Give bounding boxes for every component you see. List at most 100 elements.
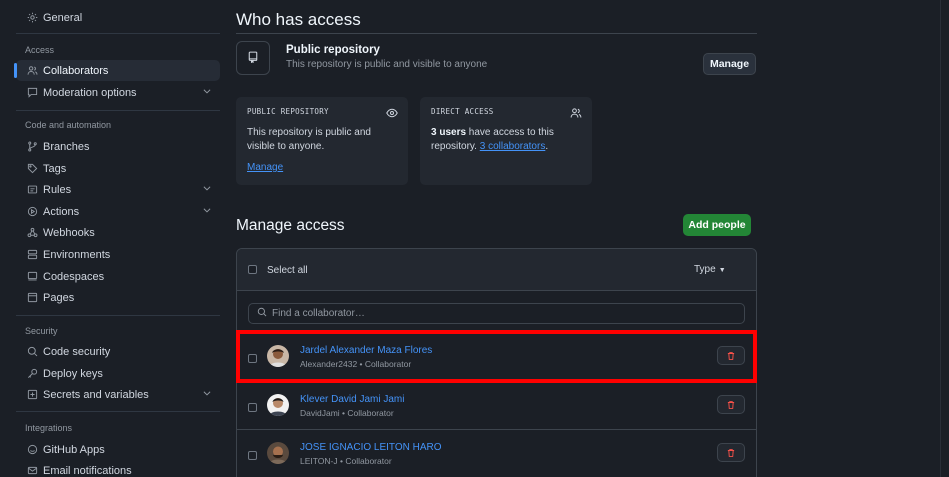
manage-access-title: Manage access <box>236 217 345 234</box>
codescan-icon <box>26 346 38 358</box>
sidebar-divider <box>16 411 220 412</box>
row-checkbox[interactable] <box>248 451 257 460</box>
sidebar-item-label: Branches <box>43 140 90 153</box>
scrollbar[interactable] <box>940 0 949 477</box>
manage-visibility-button[interactable]: Manage <box>703 53 756 75</box>
sidebar-divider <box>16 33 220 34</box>
sidebar-item-pages[interactable]: Pages <box>16 287 220 308</box>
sidebar-item-label: Codespaces <box>43 270 105 283</box>
table-row: Jardel Alexander Maza Flores Alexander24… <box>237 333 756 381</box>
play-icon <box>26 206 38 218</box>
sidebar-item-label: Tags <box>43 162 67 175</box>
repo-icon <box>247 51 259 66</box>
select-all-checkbox[interactable] <box>248 265 257 274</box>
tag-icon <box>26 163 38 175</box>
row-checkbox[interactable] <box>248 354 257 363</box>
trash-icon <box>727 400 735 409</box>
table-header: Select all Type ▼ <box>237 249 756 291</box>
people-icon <box>26 65 38 77</box>
manage-link[interactable]: Manage <box>247 162 283 173</box>
sidebar-item-label: Webhooks <box>43 226 95 239</box>
sidebar-item-codespaces[interactable]: Codespaces <box>16 266 220 287</box>
key-icon <box>26 368 38 380</box>
collaborator-name[interactable]: Klever David Jami Jami <box>300 394 404 405</box>
avatar <box>267 394 289 416</box>
chevron-down-icon <box>202 388 214 400</box>
apps-icon <box>26 444 38 456</box>
browser-icon <box>26 292 38 304</box>
sidebar-item-secrets[interactable]: Secrets and variables <box>16 384 220 405</box>
sidebar-item-code-security[interactable]: Code security <box>16 341 220 362</box>
sidebar-item-label: Collaborators <box>43 64 109 77</box>
settings-sidebar: General Access Collaborators Moderation … <box>0 0 230 477</box>
page-title: Who has access <box>236 10 361 29</box>
sidebar-divider <box>16 315 220 316</box>
sidebar-item-email[interactable]: Email notifications <box>16 460 220 477</box>
rules-icon <box>26 184 38 196</box>
user-count: 3 users <box>431 127 467 138</box>
visibility-title: Public repository <box>286 44 380 56</box>
card-text: This repository is public and visible to… <box>247 127 371 152</box>
sidebar-divider <box>16 110 220 111</box>
mail-icon <box>26 465 38 477</box>
sidebar-item-environments[interactable]: Environments <box>16 244 220 265</box>
search-icon <box>257 307 272 320</box>
search-box <box>248 303 745 324</box>
collaborator-name[interactable]: Jardel Alexander Maza Flores <box>300 345 432 356</box>
find-collaborator-input[interactable] <box>272 308 732 319</box>
type-filter-dropdown[interactable]: Type ▼ <box>694 264 726 275</box>
table-row: Klever David Jami Jami DavidJami • Colla… <box>237 381 756 429</box>
sidebar-item-branches[interactable]: Branches <box>16 136 220 157</box>
sidebar-item-label: Code security <box>43 345 111 358</box>
sidebar-item-actions[interactable]: Actions <box>16 201 220 222</box>
collaborator-meta: LEITON-J • Collaborator <box>300 456 392 466</box>
trash-icon <box>727 351 735 360</box>
secret-icon <box>26 389 38 401</box>
avatar <box>267 345 289 367</box>
direct-access-card: DIRECT ACCESS 3 users have access to thi… <box>420 97 592 185</box>
card-heading: DIRECT ACCESS <box>431 107 494 116</box>
card-text: 3 users have access to this repository. … <box>431 127 554 152</box>
sidebar-item-collaborators[interactable]: Collaborators <box>14 60 220 81</box>
sidebar-item-moderation[interactable]: Moderation options <box>16 82 220 103</box>
sidebar-item-label: General <box>43 11 83 24</box>
sidebar-item-label: Rules <box>43 183 72 196</box>
row-checkbox[interactable] <box>248 403 257 412</box>
sidebar-item-label: Email notifications <box>43 464 132 477</box>
sidebar-item-webhooks[interactable]: Webhooks <box>16 222 220 243</box>
card-heading: PUBLIC REPOSITORY <box>247 107 329 116</box>
caret-down-icon: ▼ <box>718 267 726 274</box>
public-repository-card: PUBLIC REPOSITORY This repository is pub… <box>236 97 408 185</box>
repo-icon-box <box>236 41 270 75</box>
collaborator-name[interactable]: JOSE IGNACIO LEITON HARO <box>300 442 442 453</box>
sidebar-item-label: Actions <box>43 205 80 218</box>
collaborators-link[interactable]: 3 collaborators <box>480 141 546 152</box>
title-divider <box>236 33 757 34</box>
table-row: JOSE IGNACIO LEITON HARO LEITON-J • Coll… <box>237 429 756 477</box>
eye-icon <box>386 107 398 119</box>
add-people-button[interactable]: Add people <box>683 214 751 236</box>
sidebar-item-rules[interactable]: Rules <box>16 179 220 200</box>
trash-icon <box>727 448 735 457</box>
avatar <box>267 442 289 464</box>
remove-collaborator-button[interactable] <box>717 346 745 365</box>
collaborators-table: Select all Type▼ Jardel Alexander Maza F… <box>236 248 757 477</box>
people-icon <box>570 107 582 119</box>
sidebar-item-deploy-keys[interactable]: Deploy keys <box>16 363 220 384</box>
sidebar-item-label: Deploy keys <box>43 367 103 380</box>
sidebar-item-general[interactable]: General <box>16 7 220 28</box>
server-icon <box>26 249 38 261</box>
sidebar-item-tags[interactable]: Tags <box>16 158 220 179</box>
remove-collaborator-button[interactable] <box>717 395 745 414</box>
sidebar-heading-integrations: Integrations <box>25 423 73 433</box>
codespaces-icon <box>26 271 38 283</box>
comment-icon <box>26 87 38 99</box>
sidebar-heading-security: Security <box>25 326 58 336</box>
sidebar-item-label: Environments <box>43 248 111 261</box>
sidebar-item-github-apps[interactable]: GitHub Apps <box>16 439 220 460</box>
sidebar-heading-code: Code and automation <box>25 120 112 130</box>
webhook-icon <box>26 227 38 239</box>
remove-collaborator-button[interactable] <box>717 443 745 462</box>
main-content: Who has access Public repository This re… <box>236 0 940 477</box>
select-all-label: Select all <box>267 265 308 276</box>
